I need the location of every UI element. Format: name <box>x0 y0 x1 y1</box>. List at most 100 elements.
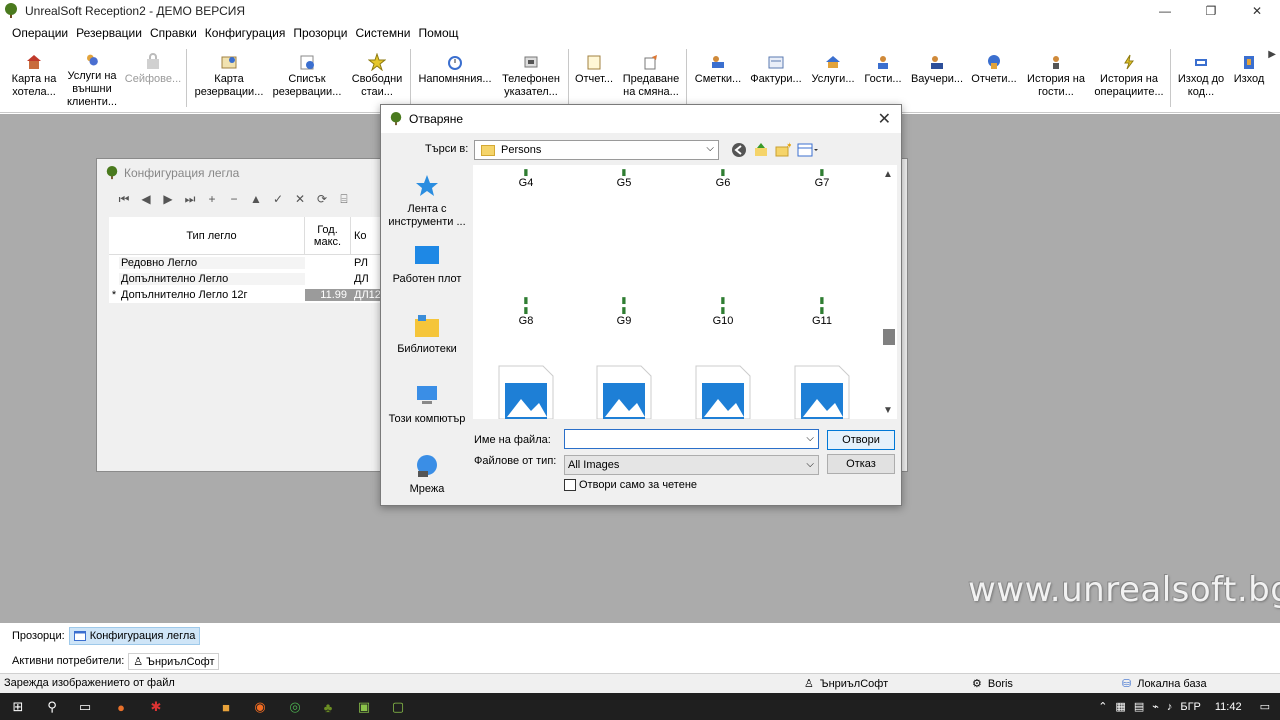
minimize-button[interactable]: — <box>1142 0 1188 22</box>
image-thumbnail-icon[interactable] <box>495 365 555 419</box>
nav-post-icon[interactable]: ✓ <box>267 192 289 206</box>
toolbar-vouchers-button[interactable]: Ваучери... <box>908 49 966 109</box>
file-item[interactable]: ▮ G4 <box>486 167 566 189</box>
volume-icon[interactable]: ♪ <box>1167 701 1173 713</box>
cancel-button[interactable]: Отказ <box>827 454 895 474</box>
scroll-up-icon[interactable]: ▲ <box>883 169 893 180</box>
nav-edit-icon[interactable]: ▲ <box>245 192 267 206</box>
taskbar-app-icon[interactable]: ✱ <box>146 697 166 717</box>
unrealsoft-app-icon[interactable]: ♣ <box>318 697 338 717</box>
look-in-dropdown[interactable]: Persons ⌵ <box>474 140 719 160</box>
windows-start-icon[interactable]: ⊞ <box>8 697 28 717</box>
clock[interactable]: 11:42 <box>1215 701 1242 713</box>
scroll-down-icon[interactable]: ▼ <box>883 405 893 416</box>
nav-insert-icon[interactable]: + <box>201 192 223 206</box>
toolbar-scroll-right-icon[interactable]: ▶ <box>1268 49 1276 60</box>
toolbar-reports-button[interactable]: Отчети... <box>968 49 1020 109</box>
nav-prev-icon[interactable]: ◀ <box>135 192 157 206</box>
nav-first-icon[interactable]: ⏮ <box>113 192 135 207</box>
file-item[interactable]: ▮ G5 <box>584 167 664 189</box>
toolbar-logout-code-button[interactable]: Изход до код... <box>1174 49 1228 109</box>
new-folder-icon[interactable]: ✶ <box>775 142 791 158</box>
toolbar-shift-handover-button[interactable]: Предаване на смяна... <box>618 49 684 109</box>
toolbar-guests-button[interactable]: Гости... <box>860 49 906 109</box>
open-button[interactable]: Отвори <box>827 430 895 450</box>
menu-help[interactable]: Помощ <box>414 26 462 40</box>
file-item[interactable]: ▮ ▮ G10 <box>683 295 763 327</box>
file-type-dropdown[interactable]: All Images ⌵ <box>564 455 819 475</box>
toolbar-guest-history-button[interactable]: История на гости... <box>1022 49 1090 109</box>
table-row[interactable]: * Допълнително Легло 12г 11.99 ДЛ12 <box>109 287 399 303</box>
place-network[interactable]: Мрежа <box>383 445 471 515</box>
tray-app-icon[interactable]: ▦ <box>1115 700 1125 713</box>
search-icon[interactable]: ⚲ <box>42 697 62 717</box>
toolbar-reservation-list-button[interactable]: Списък резервации... <box>270 49 344 109</box>
nav-cancel-icon[interactable]: ✕ <box>289 192 311 206</box>
menu-system[interactable]: Системни <box>351 26 414 40</box>
file-item[interactable]: ▮ ▮ G11 <box>782 295 862 327</box>
taskbar-app-icon[interactable]: ▣ <box>354 697 374 717</box>
image-thumbnail-icon[interactable] <box>593 365 653 419</box>
column-header-type[interactable]: Тип легло <box>119 217 305 254</box>
nav-filter-icon[interactable]: ⌸ <box>333 192 355 207</box>
cell-name[interactable]: Допълнително Легло <box>119 273 305 285</box>
menu-operations[interactable]: Операции <box>8 26 72 40</box>
menu-reports[interactable]: Справки <box>146 26 201 40</box>
nav-last-icon[interactable]: ⏭ <box>179 192 201 207</box>
nav-refresh-icon[interactable]: ⟳ <box>311 192 333 206</box>
column-header-max[interactable]: Год. макс. <box>305 217 351 254</box>
maximize-button[interactable]: ❐ <box>1188 0 1234 22</box>
toolbar-external-services-button[interactable]: Услуги на външни клиенти... <box>64 49 120 109</box>
cell-max[interactable]: 11.99 <box>305 289 351 301</box>
scrollbar-thumb[interactable] <box>883 329 895 345</box>
place-this-pc[interactable]: Този компютър <box>383 375 471 445</box>
checkbox-box[interactable] <box>564 479 576 491</box>
image-thumbnail-icon[interactable] <box>692 365 752 419</box>
nav-delete-icon[interactable]: − <box>223 192 245 206</box>
nav-next-icon[interactable]: ▶ <box>157 192 179 206</box>
tray-app-icon[interactable]: ▤ <box>1134 700 1144 713</box>
view-menu-icon[interactable] <box>797 142 819 158</box>
chevron-down-icon[interactable]: ⌵ <box>806 433 814 444</box>
toolbar-exit-button[interactable]: Изход <box>1228 49 1270 109</box>
toolbar-report-button[interactable]: Отчет... <box>572 49 616 109</box>
notifications-icon[interactable]: ▭ <box>1260 700 1270 713</box>
readonly-checkbox[interactable]: Отвори само за четене <box>564 479 697 491</box>
language-indicator[interactable]: БГР <box>1180 701 1201 713</box>
taskbar-app-icon[interactable]: ▢ <box>388 697 408 717</box>
close-button[interactable]: ✕ <box>1234 0 1280 22</box>
toolbar-hotel-map-button[interactable]: Карта на хотела... <box>6 49 62 109</box>
image-thumbnail-icon[interactable] <box>791 365 851 419</box>
file-item[interactable]: ▮ G6 <box>683 167 763 189</box>
menu-reservations[interactable]: Резервации <box>72 26 146 40</box>
menu-configuration[interactable]: Конфигурация <box>201 26 290 40</box>
menu-windows[interactable]: Прозорци <box>289 26 351 40</box>
back-icon[interactable] <box>731 142 747 158</box>
toolbar-reminders-button[interactable]: Напомняния... <box>414 49 496 109</box>
table-row[interactable]: Допълнително Легло ДЛ <box>109 271 399 287</box>
dialog-close-icon[interactable]: ✕ <box>878 109 891 129</box>
toolbar-operation-history-button[interactable]: История на операциите... <box>1092 49 1166 109</box>
cell-name[interactable]: Допълнително Легло 12г <box>119 289 305 301</box>
taskbar-app-icon[interactable]: ■ <box>216 697 236 717</box>
toolbar-reservation-map-button[interactable]: Карта резервации... <box>192 49 266 109</box>
task-view-icon[interactable]: ▭ <box>75 697 95 717</box>
file-item[interactable]: ▮ G7 <box>782 167 862 189</box>
window-tab-beds-config[interactable]: Конфигурация легла <box>68 627 201 645</box>
place-desktop[interactable]: Работен плот <box>383 235 471 305</box>
toolbar-safes-button[interactable]: Сейфове... <box>122 49 184 109</box>
firefox-icon[interactable]: ◉ <box>250 697 270 717</box>
toolbar-invoices-button[interactable]: Фактури... <box>748 49 804 109</box>
toolbar-free-rooms-button[interactable]: Свободни стаи... <box>348 49 406 109</box>
up-folder-icon[interactable] <box>753 142 769 158</box>
tray-chevron-icon[interactable]: ⌃ <box>1098 700 1107 713</box>
toolbar-phonebook-button[interactable]: Телефонен указател... <box>498 49 564 109</box>
place-libraries[interactable]: Библиотеки <box>383 305 471 375</box>
active-user-chip[interactable]: ♙ ЪнриълСофт <box>128 652 220 670</box>
file-list-scrollbar[interactable]: ▲ ▼ <box>881 165 897 419</box>
toolbar-services-button[interactable]: Услуги... <box>806 49 860 109</box>
toolbar-bills-button[interactable]: Сметки... <box>690 49 746 109</box>
file-item[interactable]: ▮ ▮ G8 <box>486 295 566 327</box>
place-quick-access[interactable]: Лента с инструменти ... <box>383 165 471 235</box>
taskbar-app-icon[interactable]: ● <box>111 697 131 717</box>
